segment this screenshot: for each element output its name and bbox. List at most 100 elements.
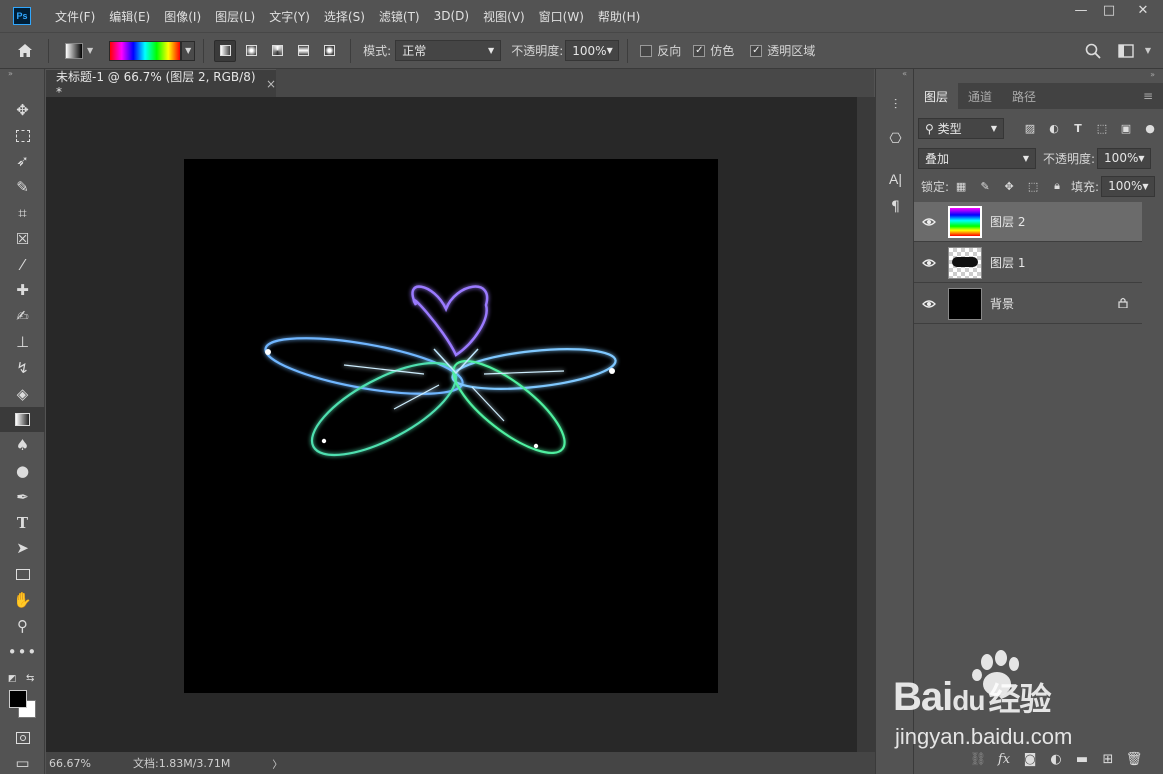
menu-image[interactable]: 图像(I) [157, 8, 208, 25]
mode-select[interactable]: 正常 ▼ [395, 40, 502, 61]
dither-check[interactable]: ✓ [693, 44, 706, 57]
default-colors-icon[interactable]: ◩ [8, 674, 17, 684]
panel-menu-icon[interactable]: ≡ [1133, 83, 1163, 109]
home-icon[interactable] [10, 36, 40, 66]
layer-name[interactable]: 图层 2 [990, 213, 1025, 230]
type-filter-icon[interactable]: T [1070, 120, 1086, 136]
frame-tool-icon[interactable]: ☒ [0, 226, 45, 252]
foreground-color[interactable] [9, 690, 27, 708]
screen-mode-icon[interactable]: ▭ [0, 750, 45, 774]
status-menu-arrow[interactable]: 〉 [272, 756, 282, 771]
move-tool-icon[interactable]: ✥ [0, 97, 45, 123]
type-tool-icon[interactable]: T [0, 510, 45, 536]
history-brush-tool-icon[interactable]: ↯ [0, 355, 45, 381]
new-group-icon[interactable]: ▬ [1069, 752, 1095, 767]
tab-paths[interactable]: 路径 [1002, 83, 1046, 109]
close-button[interactable]: ✕ [1123, 0, 1163, 20]
minimize-button[interactable]: — [1067, 0, 1095, 20]
layer-row[interactable]: 图层 2 [914, 202, 1142, 242]
new-layer-icon[interactable]: ⊞ [1095, 752, 1121, 767]
eraser-tool-icon[interactable]: ◈ [0, 381, 45, 407]
transparency-checkbox[interactable]: ✓ 透明区域 [750, 42, 815, 59]
chevron-down-icon[interactable]: ▼ [1145, 46, 1151, 55]
diamond-gradient-button[interactable] [318, 40, 340, 62]
workspace-icon[interactable] [1111, 43, 1141, 58]
gradient-editor-bar[interactable] [109, 40, 182, 61]
search-icon[interactable] [1081, 43, 1105, 59]
blur-tool-icon[interactable]: ♠ [0, 432, 45, 458]
collapse-arrows-icon[interactable]: » [0, 69, 44, 83]
3d-panel-icon[interactable]: ⎔ [876, 125, 915, 153]
visibility-eye-icon[interactable] [914, 258, 944, 268]
smart-object-filter-icon[interactable]: ▣ [1118, 120, 1134, 136]
lock-artboard-icon[interactable]: ⬚ [1025, 178, 1041, 194]
paragraph-panel-icon[interactable]: ¶ [876, 193, 915, 221]
adjustment-filter-icon[interactable]: ◐ [1046, 120, 1062, 136]
radial-gradient-button[interactable] [240, 40, 262, 62]
swap-colors-icon[interactable]: ⇆ [26, 673, 34, 684]
character-panel-icon[interactable]: A| [876, 165, 915, 193]
document-tab[interactable]: 未标题-1 @ 66.7% (图层 2, RGB/8) * × [46, 69, 276, 99]
menu-file[interactable]: 文件(F) [48, 8, 102, 25]
visibility-eye-icon[interactable] [914, 299, 944, 309]
hand-tool-icon[interactable]: ✋ [0, 587, 45, 613]
menu-layer[interactable]: 图层(L) [208, 8, 262, 25]
reverse-checkbox[interactable]: 反向 [640, 42, 681, 59]
zoom-tool-icon[interactable]: ⚲ [0, 613, 45, 639]
brush-tool-icon[interactable]: ✍ [0, 303, 45, 329]
lock-transparent-icon[interactable]: ▦ [953, 178, 969, 194]
vertical-scrollbar[interactable] [857, 97, 875, 752]
opacity-field[interactable]: 100% ▼ [565, 40, 620, 61]
lock-position-icon[interactable]: ✥ [1001, 178, 1017, 194]
collapse-arrows-icon[interactable]: « [876, 69, 913, 83]
collapse-arrows-icon[interactable]: » [1150, 70, 1155, 79]
visibility-eye-icon[interactable] [914, 217, 944, 227]
menu-edit[interactable]: 编辑(E) [102, 8, 157, 25]
menu-filter[interactable]: 滤镜(T) [372, 8, 427, 25]
fill-field[interactable]: 100% ▼ [1101, 175, 1156, 197]
menu-type[interactable]: 文字(Y) [262, 8, 317, 25]
quick-selection-tool-icon[interactable]: ✎ [0, 174, 45, 200]
link-layers-icon[interactable]: ⛓ [965, 752, 991, 767]
quick-mask-icon[interactable] [0, 725, 45, 751]
menu-window[interactable]: 窗口(W) [532, 8, 591, 25]
clone-stamp-tool-icon[interactable]: ⊥ [0, 329, 45, 355]
filter-toggle-icon[interactable]: ● [1142, 120, 1158, 136]
layer-opacity-field[interactable]: 100% ▼ [1097, 147, 1152, 169]
more-tools-icon[interactable]: ••• [0, 639, 45, 665]
menu-view[interactable]: 视图(V) [476, 8, 532, 25]
layer-name[interactable]: 背景 [990, 295, 1014, 312]
close-tab-icon[interactable]: × [266, 77, 276, 91]
tab-channels[interactable]: 通道 [958, 83, 1002, 109]
history-panel-icon[interactable]: ⫶ [876, 91, 915, 119]
add-mask-icon[interactable]: ◙ [1017, 752, 1043, 767]
menu-help[interactable]: 帮助(H) [591, 8, 647, 25]
reflected-gradient-button[interactable] [292, 40, 314, 62]
crop-tool-icon[interactable]: ⌗ [0, 200, 45, 226]
path-selection-tool-icon[interactable]: ➤ [0, 536, 45, 562]
chevron-down-icon[interactable]: ▼ [87, 46, 93, 55]
pixel-filter-icon[interactable]: ▨ [1022, 120, 1038, 136]
tab-layers[interactable]: 图层 [914, 83, 959, 109]
angle-gradient-button[interactable] [266, 40, 288, 62]
filter-kind-select[interactable]: ⚲ 类型 ▼ [918, 117, 1004, 139]
pen-tool-icon[interactable]: ✒ [0, 484, 45, 510]
lasso-tool-icon[interactable]: ➶ [0, 149, 45, 175]
gradient-tool-icon[interactable] [0, 406, 45, 433]
gradient-picker-dropdown[interactable]: ▼ [181, 40, 196, 61]
color-swatches[interactable] [9, 690, 39, 720]
shape-filter-icon[interactable]: ⬚ [1094, 120, 1110, 136]
adjustment-layer-icon[interactable]: ◐ [1043, 752, 1069, 767]
marquee-tool-icon[interactable] [0, 123, 45, 149]
rectangle-tool-icon[interactable] [0, 561, 45, 587]
reverse-check[interactable] [640, 44, 653, 57]
eyedropper-tool-icon[interactable]: ⁄ [0, 252, 45, 278]
lock-all-icon[interactable]: 🔒︎ [1049, 178, 1065, 194]
lock-pixels-icon[interactable]: ✎ [977, 178, 993, 194]
menu-select[interactable]: 选择(S) [317, 8, 372, 25]
healing-brush-tool-icon[interactable]: ✚ [0, 278, 45, 304]
layer-name[interactable]: 图层 1 [990, 254, 1025, 271]
tool-preset-picker[interactable] [65, 42, 83, 59]
zoom-level[interactable]: 66.67% [49, 757, 99, 770]
dodge-tool-icon[interactable]: ● [0, 458, 45, 484]
